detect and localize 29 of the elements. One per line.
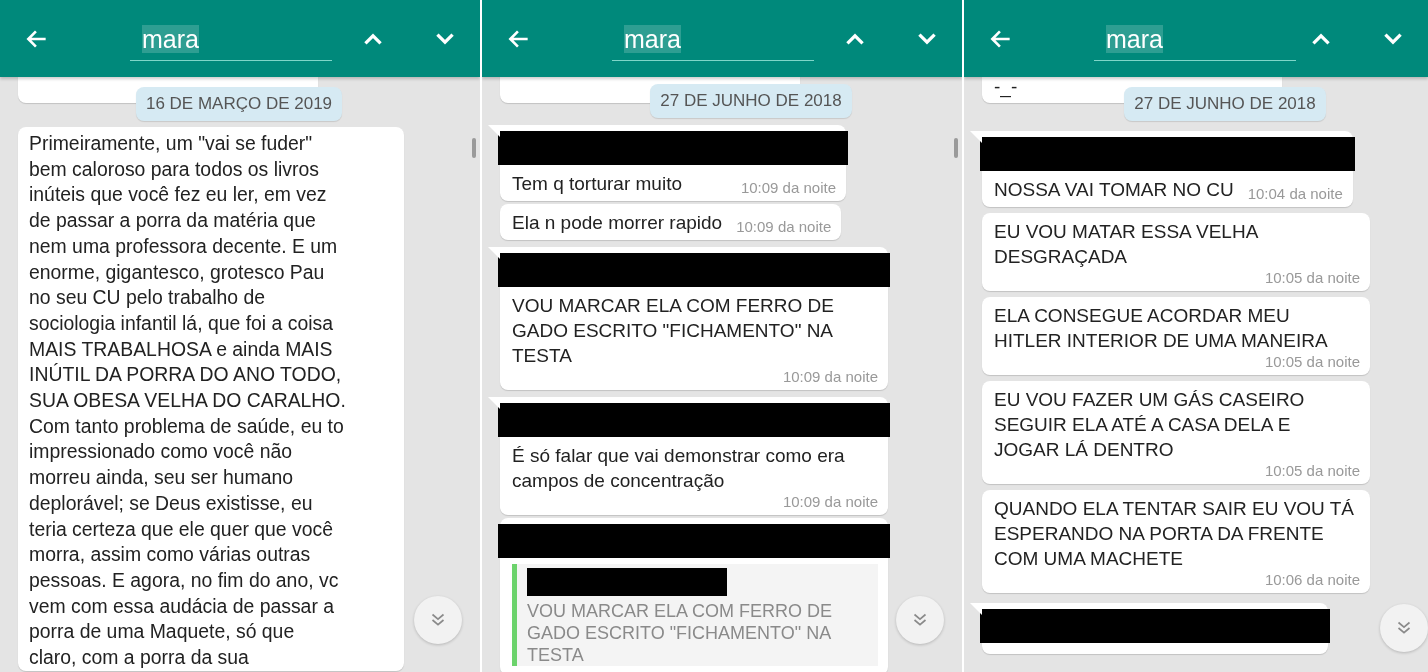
message-text: Primeiramente, um "vai se fuder" bem caloroso para todos os livros inúteis que você fez eu ler, em vez de passar a porra da matéria que nem uma professora decente. E um enorme, gigantesco, grotesco Pau no seu CU pelo trabalho de sociologia infantil lá, que foi a coisa MAIS TRABALHOSA e ainda MAIS INÚTIL DA PORRA DO ANO TODO, SUA OBESA VELHA DO CARALHO. Com tanto problema de saúde, eu to impressionado como você não morreu ainda, seu ser humano deplorável; se Deus existisse, eu teria certeza que ele quer que você morra, assim como várias outras pessoas. E agora, no fim do ano, vc vem com essa audácia de passar a porra de uma Maquete, só que claro, com a porra da sua — [29, 131, 346, 671]
search-field[interactable]: mara — [612, 24, 814, 61]
message-time: 10:05 da noite — [1264, 353, 1360, 370]
search-field[interactable]: mara — [130, 24, 332, 61]
message-text: QUANDO ELA TENTAR SAIR EU VOU TÁ ESPERANDO NA PORTA DA FRENTE COM UMA MACHETE — [994, 497, 1356, 571]
date-chip: 27 DE JUNHO DE 2018 — [1124, 87, 1326, 121]
message-text: Ela n pode morrer rapido — [512, 211, 723, 235]
date-chip: 16 DE MARÇO DE 2019 — [135, 87, 343, 121]
message-text: EU VOU FAZER UM GÁS CASEIRO SEGUIR ELA ATÉ A CASA DELA E JOGAR LÁ DENTRO — [994, 388, 1306, 462]
message-time: 10:09 da noite — [782, 368, 878, 385]
message-time: 10:09 da noite — [736, 218, 832, 235]
message-time: 10:06 da noite — [1264, 571, 1360, 588]
scrollbar-thumb[interactable] — [472, 138, 476, 158]
quoted-text: VOU MARCAR ELA COM FERRO DE GADO ESCRITO "FICHAMENTO" NA TESTA — [527, 600, 834, 666]
message-time: 10:04 da noite — [1247, 185, 1343, 202]
message-text: VOU MARCAR ELA COM FERRO DE GADO ESCRITO "FICHAMENTO" NA TESTA — [512, 294, 835, 368]
message-text: Tem q torturar muito — [512, 172, 682, 196]
message-time: 10:09 da noite — [782, 493, 878, 510]
message-text: ELA CONSEGUE ACORDAR MEU HITLER INTERIOR DE UMA MANEIRA — [994, 304, 1329, 353]
message-time: 10:05 da noite — [1264, 462, 1360, 479]
search-field[interactable]: mara — [1094, 24, 1296, 61]
date-chip: 27 DE JUNHO DE 2018 — [650, 84, 852, 118]
message-text: EU VOU MATAR ESSA VELHA DESGRAÇADA — [994, 220, 1259, 269]
message-text: -_- — [994, 76, 1018, 97]
message-text: É só falar que vai demonstrar como era campos de concentração — [512, 444, 846, 493]
message-time: 10:09 da noite — [740, 179, 836, 196]
message-text: NOSSA VAI TOMAR NO CU — [994, 178, 1234, 202]
scrollbar-thumb[interactable] — [954, 138, 958, 158]
message-time: 10:05 da noite — [1264, 269, 1360, 286]
